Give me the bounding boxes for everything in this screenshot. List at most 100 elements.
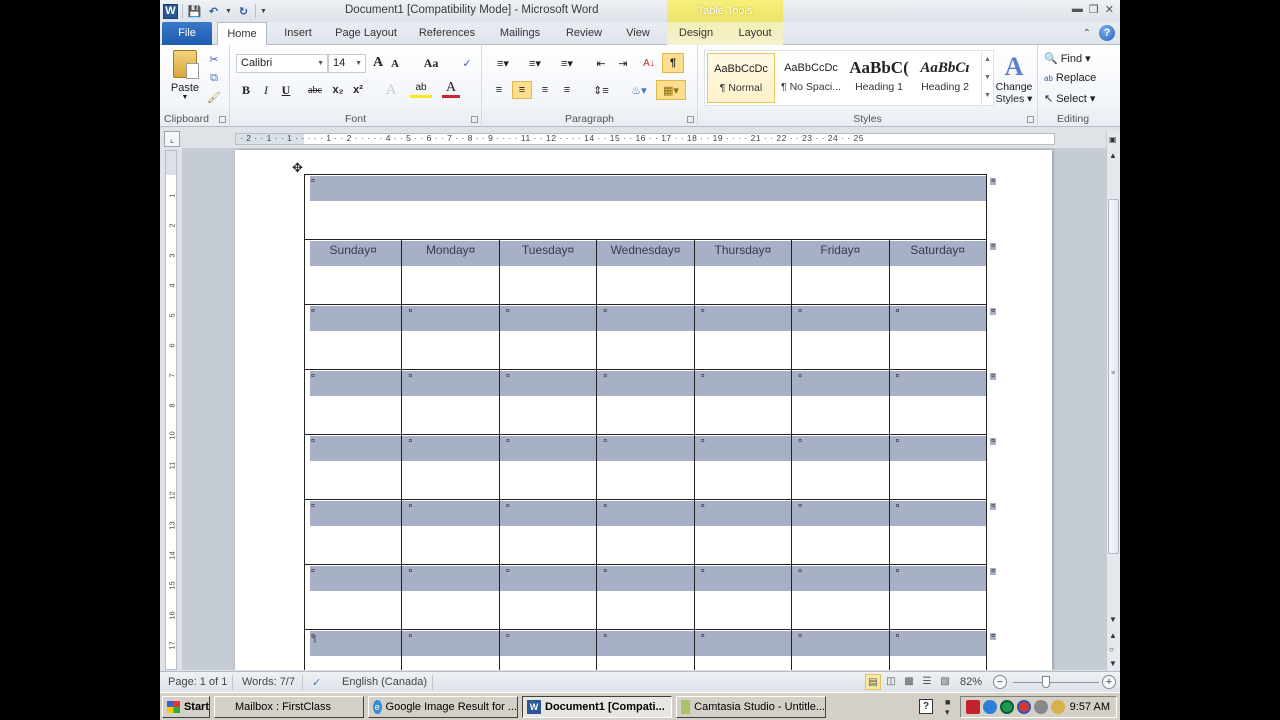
change-styles-button[interactable]: A Change Styles ▾ <box>994 49 1034 109</box>
word-app-icon[interactable]: W <box>163 3 178 19</box>
proofing-icon[interactable]: ✓ <box>312 676 321 689</box>
day-cell[interactable]: ¤ <box>693 564 793 630</box>
minimize-ribbon-icon[interactable]: ⌃ <box>1083 28 1091 39</box>
day-cell[interactable]: ¤ <box>693 499 793 565</box>
print-layout-view-icon[interactable]: ▤ <box>865 674 881 690</box>
day-header-cell[interactable]: Monday¤ <box>401 239 500 305</box>
align-left-button[interactable]: ≡ <box>490 82 508 98</box>
tab-page-layout[interactable]: Page Layout <box>330 22 402 45</box>
start-button[interactable]: Start <box>162 696 210 718</box>
day-cell[interactable]: ¤ <box>401 304 500 370</box>
minimize-icon[interactable]: ▬ <box>1072 3 1083 16</box>
increase-indent-button[interactable]: ⇥ <box>614 55 632 71</box>
taskbar-button-mailbox[interactable]: Mailbox : FirstClass <box>214 696 364 718</box>
day-cell[interactable]: ¤ ¤ <box>888 369 996 435</box>
tray-icon-user[interactable] <box>1051 700 1065 714</box>
day-cell[interactable]: ¤ <box>791 629 890 670</box>
align-right-button[interactable]: ≡ <box>536 82 554 98</box>
day-header-cell[interactable]: Sunday¤ <box>303 239 403 305</box>
numbering-button[interactable]: ≡▾ <box>522 55 548 71</box>
calendar-table[interactable]: ¤ ¤ Sunday¤ Monday¤ Tuesday¤ Wednesday¤ Thursd… <box>303 174 996 670</box>
day-cell[interactable]: ¤ ¤ <box>888 499 996 565</box>
table-move-handle-icon[interactable]: ✥ <box>292 160 303 176</box>
tab-review[interactable]: Review <box>559 22 609 45</box>
align-center-button[interactable]: ≡ <box>512 81 532 99</box>
restore-icon[interactable]: ❐ <box>1089 3 1099 16</box>
day-cell[interactable]: ¤ <box>596 629 695 670</box>
redo-icon[interactable]: ↻ <box>236 4 251 19</box>
day-cell[interactable]: ¤ <box>498 369 598 435</box>
style-no-spacing[interactable]: AaBbCcDc ¶ No Spaci... <box>777 53 845 103</box>
subscript-button[interactable]: x₂ <box>330 82 346 98</box>
replace-button[interactable]: ab Replace <box>1044 70 1096 86</box>
day-cell[interactable]: ¤ ¤ <box>888 564 996 630</box>
taskbar-button-google[interactable]: e Google Image Result for ... <box>368 696 518 718</box>
zoom-slider-thumb[interactable] <box>1042 676 1050 688</box>
scrollbar-thumb[interactable]: ≡ <box>1108 199 1119 554</box>
zoom-level[interactable]: 82% <box>960 676 982 688</box>
next-page-icon[interactable]: ▼ <box>1109 659 1117 668</box>
day-cell[interactable]: ¤ <box>303 564 403 630</box>
gallery-up-icon[interactable]: ▲ <box>982 51 993 69</box>
zoom-slider-track[interactable] <box>1013 682 1099 683</box>
day-header-cell[interactable]: Thursday¤ <box>693 239 793 305</box>
font-launcher-icon[interactable] <box>471 116 478 123</box>
cut-icon[interactable]: ✂ <box>206 51 222 67</box>
undo-icon[interactable]: ↶ <box>206 4 221 19</box>
day-header-cell[interactable]: Friday¤ <box>791 239 890 305</box>
day-cell[interactable]: ¤ <box>791 369 890 435</box>
justify-button[interactable]: ≡ <box>558 82 576 98</box>
tab-home[interactable]: Home <box>217 22 267 46</box>
language-bar-icon[interactable]: ■ ▾ <box>945 697 950 718</box>
close-icon[interactable]: ✕ <box>1105 3 1114 16</box>
day-cell[interactable]: ¤ <box>303 369 403 435</box>
tab-design[interactable]: Design <box>672 22 720 45</box>
grow-font-button[interactable]: A <box>370 55 386 71</box>
format-painter-icon[interactable]: 🖌 <box>206 89 222 105</box>
tray-icon-red[interactable] <box>966 700 980 714</box>
bold-button[interactable]: B <box>238 82 254 98</box>
taskbar-button-camtasia[interactable]: Camtasia Studio - Untitle... <box>676 696 826 718</box>
previous-page-icon[interactable]: ▲ <box>1109 631 1117 640</box>
styles-launcher-icon[interactable] <box>1027 116 1034 123</box>
day-cell[interactable]: ¤ <box>791 304 890 370</box>
gallery-down-icon[interactable]: ▼ <box>982 69 993 87</box>
day-cell[interactable]: ¤ <box>791 564 890 630</box>
title-cell[interactable]: ¤ ¤ <box>304 174 996 240</box>
day-cell[interactable]: ¤ <box>401 434 500 500</box>
clear-formatting-icon[interactable]: ✓ <box>458 54 476 72</box>
day-cell[interactable]: ¤ <box>596 499 695 565</box>
day-cell[interactable]: ¤ <box>401 564 500 630</box>
day-cell[interactable]: ¤ <box>791 499 890 565</box>
day-cell[interactable]: ¤ <box>498 564 598 630</box>
font-name-box[interactable]: Calibri ▼ <box>236 54 328 73</box>
help-icon[interactable]: ? <box>1099 25 1115 41</box>
sort-button[interactable]: A↓ <box>640 55 658 71</box>
full-screen-reading-view-icon[interactable]: ◫ <box>883 674 899 690</box>
page-count[interactable]: Page: 1 of 1 <box>168 676 227 688</box>
tray-icon-gray[interactable] <box>1034 700 1048 714</box>
shrink-font-button[interactable]: A <box>388 57 402 71</box>
font-name-dropdown-icon[interactable]: ▼ <box>317 55 324 72</box>
day-header-cell[interactable]: Tuesday¤ <box>498 239 598 305</box>
multilevel-list-button[interactable]: ≡▾ <box>554 55 580 71</box>
tab-insert[interactable]: Insert <box>274 22 322 45</box>
superscript-button[interactable]: x² <box>350 82 366 98</box>
day-cell[interactable]: ¤ <box>596 434 695 500</box>
show-hide-button[interactable]: ¶ <box>662 53 684 73</box>
day-cell[interactable]: ¤ <box>498 629 598 670</box>
day-header-cell[interactable]: Saturday¤ ¤ <box>888 239 996 305</box>
font-size-box[interactable]: 14 ▼ <box>328 54 366 73</box>
paragraph-launcher-icon[interactable] <box>687 116 694 123</box>
language[interactable]: English (Canada) <box>342 676 427 688</box>
tab-mailings[interactable]: Mailings <box>492 22 548 45</box>
day-cell[interactable]: ¤ <box>303 304 403 370</box>
word-count[interactable]: Words: 7/7 <box>242 676 295 688</box>
page[interactable]: ✥ ¤ ¤ Sunday¤ Monday¤ Tuesday¤ Wednesday¤ Thur… <box>235 150 1052 670</box>
day-cell[interactable]: ¤ <box>498 434 598 500</box>
day-cell[interactable]: ¤ ¤ <box>888 434 996 500</box>
scroll-down-icon[interactable]: ▼ <box>1109 615 1117 624</box>
day-cell[interactable]: ¤ <box>693 434 793 500</box>
day-cell[interactable]: ¤ <box>401 629 500 670</box>
gallery-more-icon[interactable]: ▼ <box>982 87 993 105</box>
